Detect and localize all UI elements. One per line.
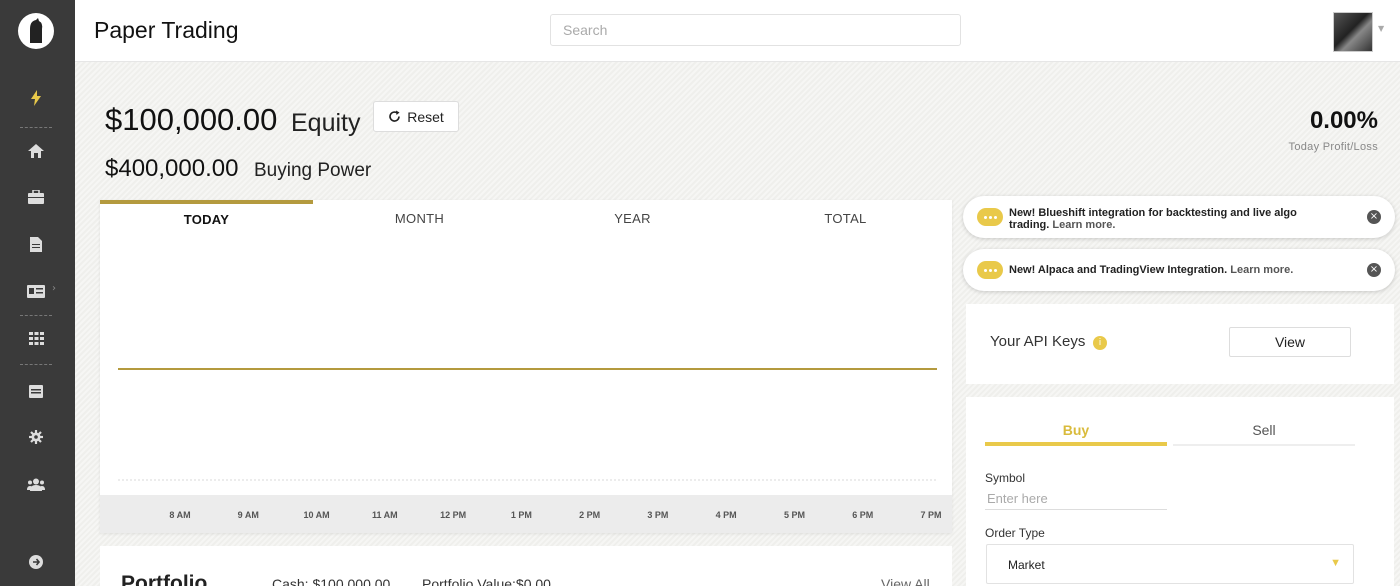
buying-power-label: Buying Power xyxy=(254,160,372,181)
api-keys-card: Your API Keys i View xyxy=(966,304,1394,384)
symbol-input[interactable] xyxy=(985,488,1167,510)
reset-label: Reset xyxy=(407,108,444,125)
chevron-right-icon: › xyxy=(52,283,56,294)
x-tick-label: 8 AM xyxy=(169,510,191,520)
sidebar-divider xyxy=(20,364,52,365)
tab-year[interactable]: YEAR xyxy=(526,200,739,236)
x-tick-label: 4 PM xyxy=(715,510,737,520)
chat-bubble-icon xyxy=(977,208,1003,226)
calendar-icon[interactable] xyxy=(25,381,47,399)
chat-bubble-icon xyxy=(977,261,1003,279)
chart-x-axis: 8 AM 9 AM 10 AM 11 AM 12 PM 1 PM 2 PM 3 PM 4 PM 5… xyxy=(100,495,952,533)
tab-today[interactable]: TODAY xyxy=(100,200,313,236)
x-tick-label: 2 PM xyxy=(579,510,601,520)
sidebar-divider xyxy=(20,127,52,128)
x-tick-label: 5 PM xyxy=(783,510,805,520)
close-icon[interactable]: × xyxy=(1367,210,1381,224)
x-tick-label: 9 AM xyxy=(237,510,259,520)
home-icon[interactable] xyxy=(25,142,47,160)
chart-tabs: TODAY MONTH YEAR TOTAL xyxy=(100,200,952,236)
app-title: Paper Trading xyxy=(94,17,239,43)
notice-text: New! Alpaca and TradingView Integration.… xyxy=(1009,264,1349,276)
x-tick-label: 7 PM xyxy=(920,510,942,520)
api-keys-label: Your API Keys xyxy=(990,333,1086,350)
tab-buy[interactable]: Buy xyxy=(985,422,1167,446)
main-content: $100,000.00 Equity Reset $400,000.00 Buy… xyxy=(75,62,1400,586)
portfolio-cash: Cash: $100,000.00 xyxy=(272,576,391,586)
tab-sell[interactable]: Sell xyxy=(1173,422,1355,446)
equity-value: $100,000.00 xyxy=(105,102,278,137)
search-input[interactable] xyxy=(550,14,961,46)
info-icon[interactable]: i xyxy=(1093,336,1107,350)
grid-icon[interactable] xyxy=(25,329,47,347)
order-type-value: Market xyxy=(1008,558,1045,572)
buying-power-value: $400,000.00 xyxy=(105,155,239,182)
chevron-down-icon: ▼ xyxy=(1330,557,1341,569)
gear-icon[interactable] xyxy=(25,428,47,446)
tab-month[interactable]: MONTH xyxy=(313,200,526,236)
notice-blueshift: New! Blueshift integration for backtesti… xyxy=(963,196,1395,238)
chevron-down-icon[interactable]: ▼ xyxy=(1378,24,1384,33)
alpaca-logo-icon[interactable] xyxy=(18,13,54,49)
avatar[interactable] xyxy=(1333,12,1373,52)
lightning-icon[interactable] xyxy=(25,89,47,107)
refresh-icon xyxy=(389,110,401,122)
view-all-link[interactable]: View All xyxy=(881,576,930,586)
notice-text: New! Blueshift integration for backtesti… xyxy=(1009,207,1329,231)
sidebar: › xyxy=(0,0,75,586)
x-tick-label: 10 AM xyxy=(303,510,330,520)
notice-tradingview: New! Alpaca and TradingView Integration.… xyxy=(963,249,1395,291)
x-tick-label: 6 PM xyxy=(852,510,874,520)
equity-line-chart xyxy=(118,368,937,481)
sidebar-divider xyxy=(20,315,52,316)
x-tick-label: 11 AM xyxy=(371,510,398,520)
x-tick-label: 12 PM xyxy=(440,510,467,520)
learn-more-link[interactable]: Learn more. xyxy=(1230,264,1293,276)
briefcase-icon[interactable] xyxy=(25,188,47,206)
tab-total[interactable]: TOTAL xyxy=(739,200,952,236)
portfolio-card: Portfolio Cash: $100,000.00 Portfolio Va… xyxy=(100,546,952,586)
learn-more-link[interactable]: Learn more. xyxy=(1052,219,1115,231)
profit-loss-label: Today Profit/Loss xyxy=(1288,141,1378,153)
equity-chart-card: TODAY MONTH YEAR TOTAL 8 AM 9 AM 10 AM 11 A… xyxy=(100,200,952,533)
equity-label: Equity xyxy=(291,109,361,137)
notice-message: New! Alpaca and TradingView Integration. xyxy=(1009,264,1228,276)
order-type-label: Order Type xyxy=(985,526,1045,540)
profit-loss-value: 0.00% xyxy=(1309,107,1378,134)
x-tick-label: 1 PM xyxy=(510,510,532,520)
top-bar: Paper Trading ▼ xyxy=(75,0,1400,62)
order-type-select[interactable]: Market ▼ xyxy=(986,544,1354,584)
reset-button[interactable]: Reset xyxy=(373,101,459,132)
logout-icon[interactable] xyxy=(25,553,47,571)
view-api-keys-button[interactable]: View xyxy=(1229,327,1351,357)
users-icon[interactable] xyxy=(25,475,47,493)
close-icon[interactable]: × xyxy=(1367,263,1381,277)
portfolio-value: Portfolio Value:$0.00 xyxy=(422,576,551,586)
id-card-icon[interactable] xyxy=(25,282,47,300)
x-tick-label: 3 PM xyxy=(647,510,669,520)
symbol-label: Symbol xyxy=(985,471,1026,485)
document-icon[interactable] xyxy=(25,235,47,253)
portfolio-title: Portfolio xyxy=(121,572,208,586)
